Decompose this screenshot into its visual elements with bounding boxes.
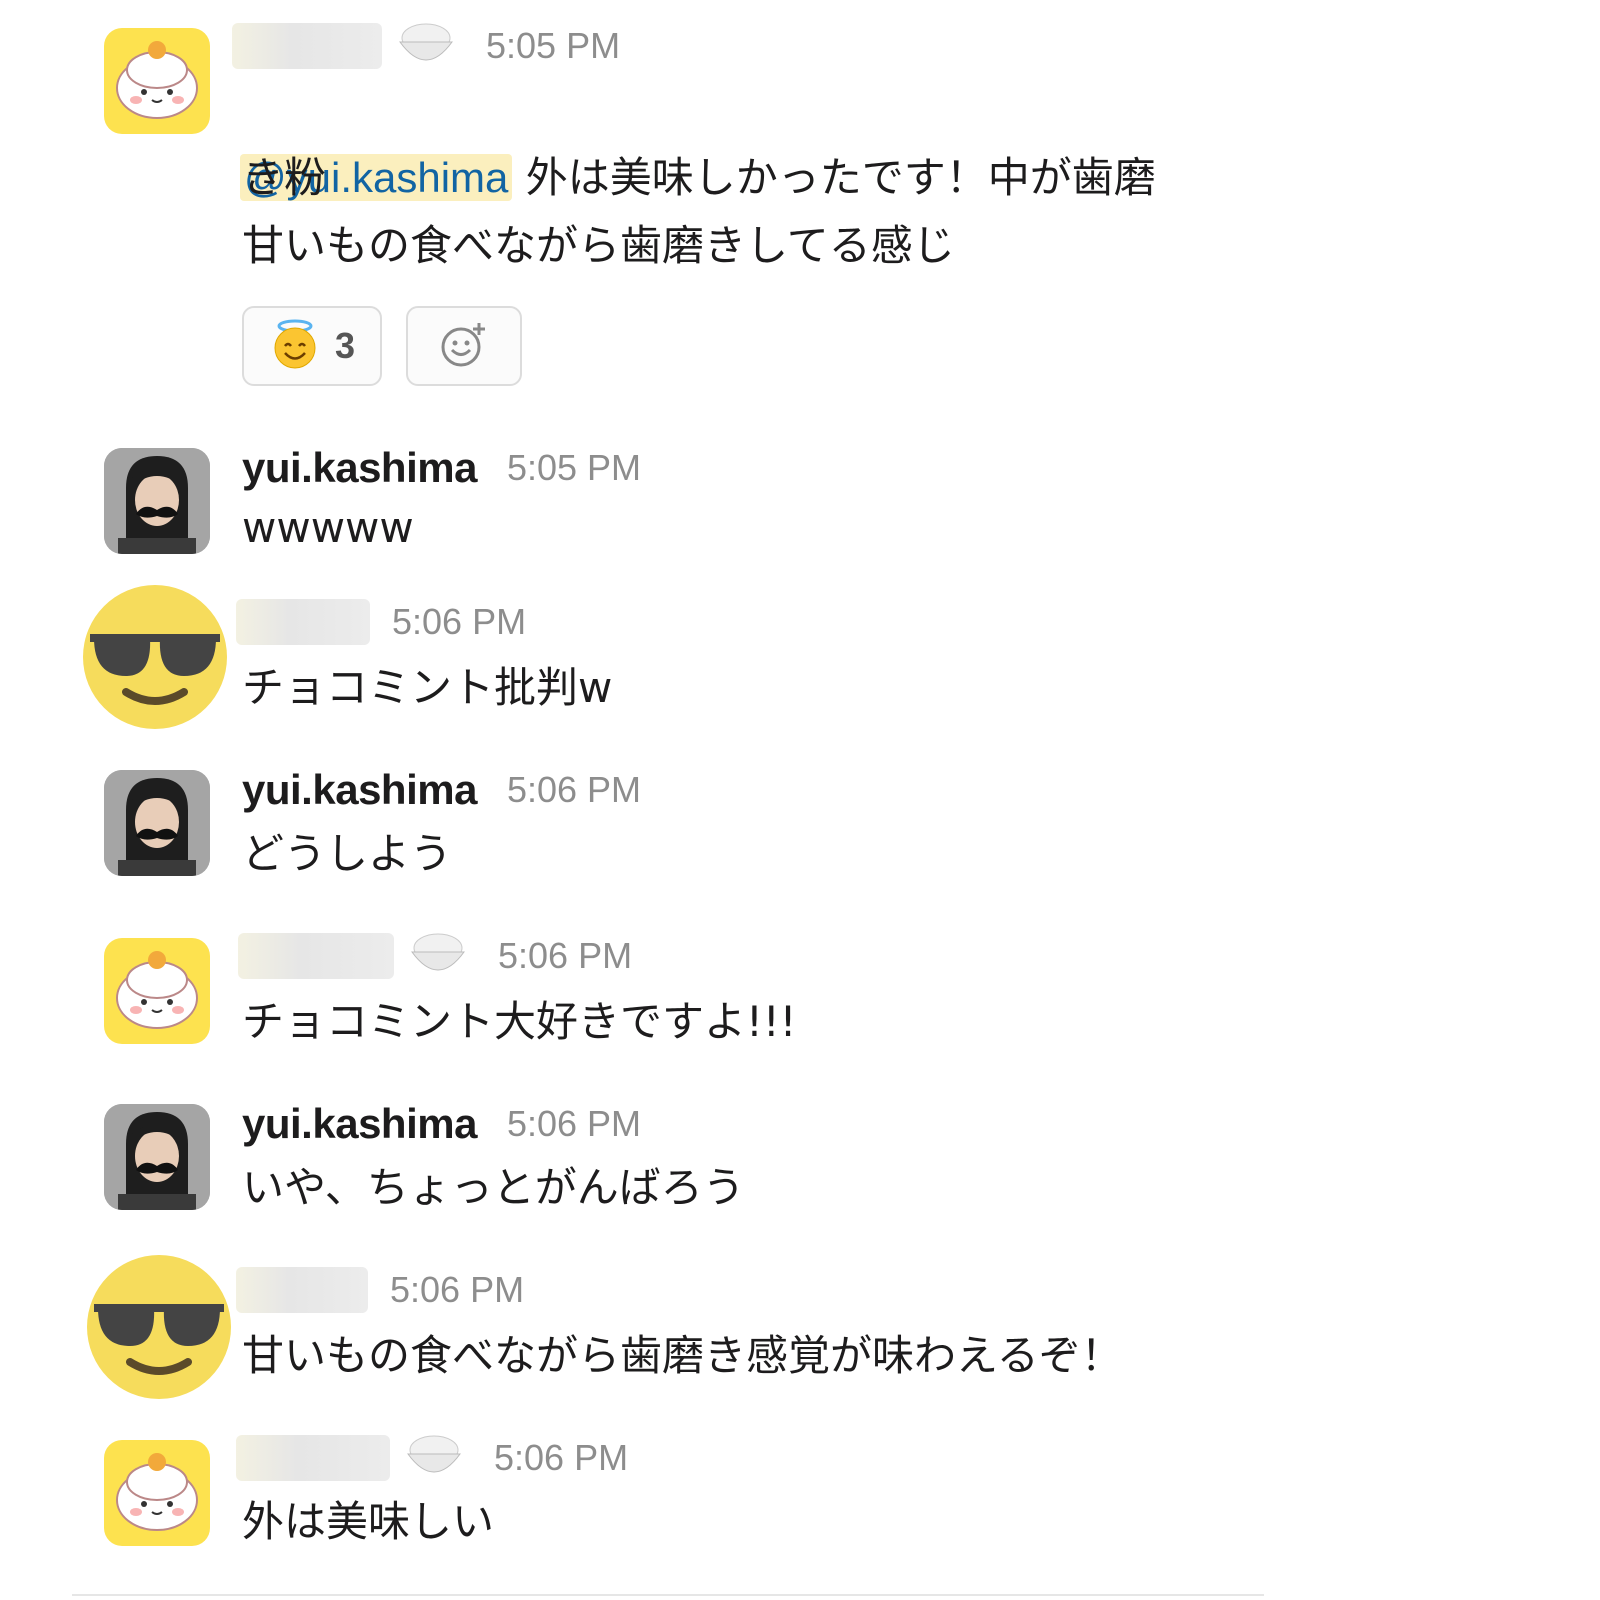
message-text: チョコミント批判w <box>242 663 613 712</box>
message-timestamp[interactable]: 5:05 PM <box>507 447 641 489</box>
redacted-username <box>236 599 370 645</box>
rice-bowl-icon <box>408 926 468 986</box>
message-text-continued: き粉 甘いもの食べながら歯磨きしてる感じ <box>242 153 955 270</box>
divider <box>72 1594 1264 1596</box>
message-header: yui.kashima 5:05 PM <box>242 440 641 496</box>
rice-bowl-icon <box>404 1428 464 1488</box>
sunglasses-emoji-avatar[interactable] <box>82 584 228 730</box>
message-timestamp[interactable]: 5:06 PM <box>392 601 526 643</box>
redacted-username <box>232 23 382 69</box>
message-text: 外は美味しい <box>242 1497 495 1546</box>
sunglasses-emoji-avatar[interactable] <box>86 1254 232 1400</box>
rice-bowl-character-avatar[interactable] <box>104 938 210 1044</box>
author-name[interactable]: yui.kashima <box>242 766 477 814</box>
rice-bowl-icon <box>396 16 456 76</box>
reaction-count: 3 <box>334 325 356 366</box>
user-photo-avatar[interactable] <box>104 770 210 876</box>
message-timestamp[interactable]: 5:05 PM <box>486 25 620 67</box>
message-header: yui.kashima 5:06 PM <box>242 762 641 818</box>
add-reaction-icon <box>439 319 489 373</box>
message-header: 5:06 PM <box>238 928 632 984</box>
message-header: 5:06 PM <box>236 1430 628 1486</box>
message-text: 甘いもの食べながら歯磨き感覚が味わえるぞ！ <box>242 1331 1123 1380</box>
add-reaction-button[interactable] <box>406 306 522 386</box>
message-feed: 5:05 PM @yui.kashima 外は美味しかったです！中が歯磨 き粉 … <box>0 0 1600 1600</box>
message-timestamp[interactable]: 5:06 PM <box>390 1269 524 1311</box>
reaction-halo[interactable]: 3 <box>242 306 382 386</box>
message-header: yui.kashima 5:06 PM <box>242 1096 641 1152</box>
message-text: wwwww <box>242 503 414 552</box>
redacted-username <box>236 1435 390 1481</box>
user-photo-avatar[interactable] <box>104 1104 210 1210</box>
rice-bowl-character-avatar[interactable] <box>104 28 210 134</box>
message-timestamp[interactable]: 5:06 PM <box>498 935 632 977</box>
smiling-face-with-halo-icon <box>269 318 321 374</box>
message-text: いや、ちょっとがんばろう <box>242 1163 745 1212</box>
message-header: 5:06 PM <box>236 1262 524 1318</box>
reaction-bar: 3 <box>242 306 522 386</box>
message-timestamp[interactable]: 5:06 PM <box>494 1437 628 1479</box>
message-header: 5:05 PM <box>232 18 620 74</box>
message-timestamp[interactable]: 5:06 PM <box>507 769 641 811</box>
message-text: どうしよう <box>242 829 453 878</box>
rice-bowl-character-avatar[interactable] <box>104 1440 210 1546</box>
redacted-username <box>236 1267 368 1313</box>
author-name[interactable]: yui.kashima <box>242 1100 477 1148</box>
message-header: 5:06 PM <box>236 594 526 650</box>
redacted-username <box>238 933 394 979</box>
author-name[interactable]: yui.kashima <box>242 444 477 492</box>
message-text: チョコミント大好きですよ!!! <box>242 997 797 1046</box>
message-timestamp[interactable]: 5:06 PM <box>507 1103 641 1145</box>
user-photo-avatar[interactable] <box>104 448 210 554</box>
